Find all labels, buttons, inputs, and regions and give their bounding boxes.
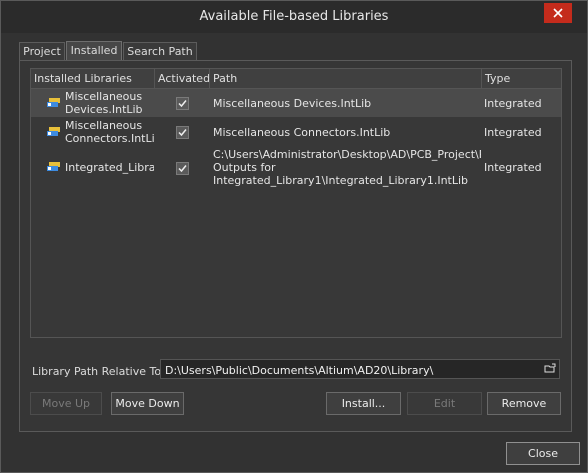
window-close-button[interactable]	[544, 3, 572, 23]
tab-search-path[interactable]: Search Path	[123, 42, 197, 60]
table-header: Installed Libraries Activated Path Type	[31, 69, 561, 89]
edit-button[interactable]: Edit	[407, 392, 482, 415]
checkmark-icon	[178, 129, 187, 137]
column-header-type[interactable]: Type	[482, 69, 561, 88]
library-type: Integrated	[484, 97, 542, 110]
close-icon	[553, 8, 563, 18]
library-name-line1: Integrated_Librar	[65, 161, 154, 174]
libraries-table: Installed Libraries Activated Path Type …	[30, 68, 562, 338]
library-icon	[47, 98, 60, 107]
activated-checkbox[interactable]	[176, 162, 189, 175]
library-type: Integrated	[484, 126, 542, 139]
library-icon	[47, 162, 60, 171]
folder-open-icon[interactable]	[544, 363, 556, 374]
move-up-button[interactable]: Move Up	[30, 392, 102, 415]
library-path-line1: C:\Users\Administrator\Desktop\AD\PCB_Pr…	[213, 148, 481, 161]
title-bar: Available File-based Libraries	[1, 1, 587, 33]
close-button[interactable]: Close	[506, 442, 580, 465]
column-header-path[interactable]: Path	[210, 69, 482, 88]
window-title: Available File-based Libraries	[199, 9, 389, 24]
move-down-button[interactable]: Move Down	[111, 392, 184, 415]
column-header-activated[interactable]: Activated	[155, 69, 210, 88]
dialog-window: Available File-based Libraries Project I…	[0, 0, 588, 473]
library-path: Miscellaneous Connectors.IntLib	[213, 126, 391, 139]
checkmark-icon	[178, 100, 187, 108]
library-path: Miscellaneous Devices.IntLib	[213, 97, 372, 110]
library-path-line3: Integrated_Library1\Integrated_Library1.…	[213, 174, 469, 187]
tab-project[interactable]: Project	[19, 42, 65, 60]
table-row[interactable]: Integrated_Librar C:\Users\Administrator…	[31, 147, 561, 189]
library-path-field	[160, 359, 560, 380]
library-name-line2: Connectors.IntLib	[65, 132, 154, 145]
library-type: Integrated	[484, 161, 542, 174]
activated-checkbox[interactable]	[176, 126, 189, 139]
library-icon	[47, 127, 60, 136]
activated-checkbox[interactable]	[176, 97, 189, 110]
table-row[interactable]: Miscellaneous Devices.IntLib Miscellaneo…	[31, 89, 561, 117]
install-button[interactable]: Install...	[326, 392, 401, 415]
library-name-line2: Devices.IntLib	[65, 103, 143, 116]
library-path-input[interactable]	[161, 360, 543, 380]
library-path-line2: Outputs for	[213, 161, 276, 174]
library-name-line1: Miscellaneous	[65, 119, 143, 132]
remove-button[interactable]: Remove	[487, 392, 561, 415]
tab-installed[interactable]: Installed	[66, 41, 122, 60]
library-name-line1: Miscellaneous	[65, 90, 143, 103]
table-row[interactable]: Miscellaneous Connectors.IntLib Miscella…	[31, 118, 561, 146]
library-path-label: Library Path Relative To:	[32, 365, 165, 378]
checkmark-icon	[178, 165, 187, 173]
column-header-installed-libraries[interactable]: Installed Libraries	[31, 69, 155, 88]
installed-panel: Installed Libraries Activated Path Type …	[19, 60, 572, 432]
